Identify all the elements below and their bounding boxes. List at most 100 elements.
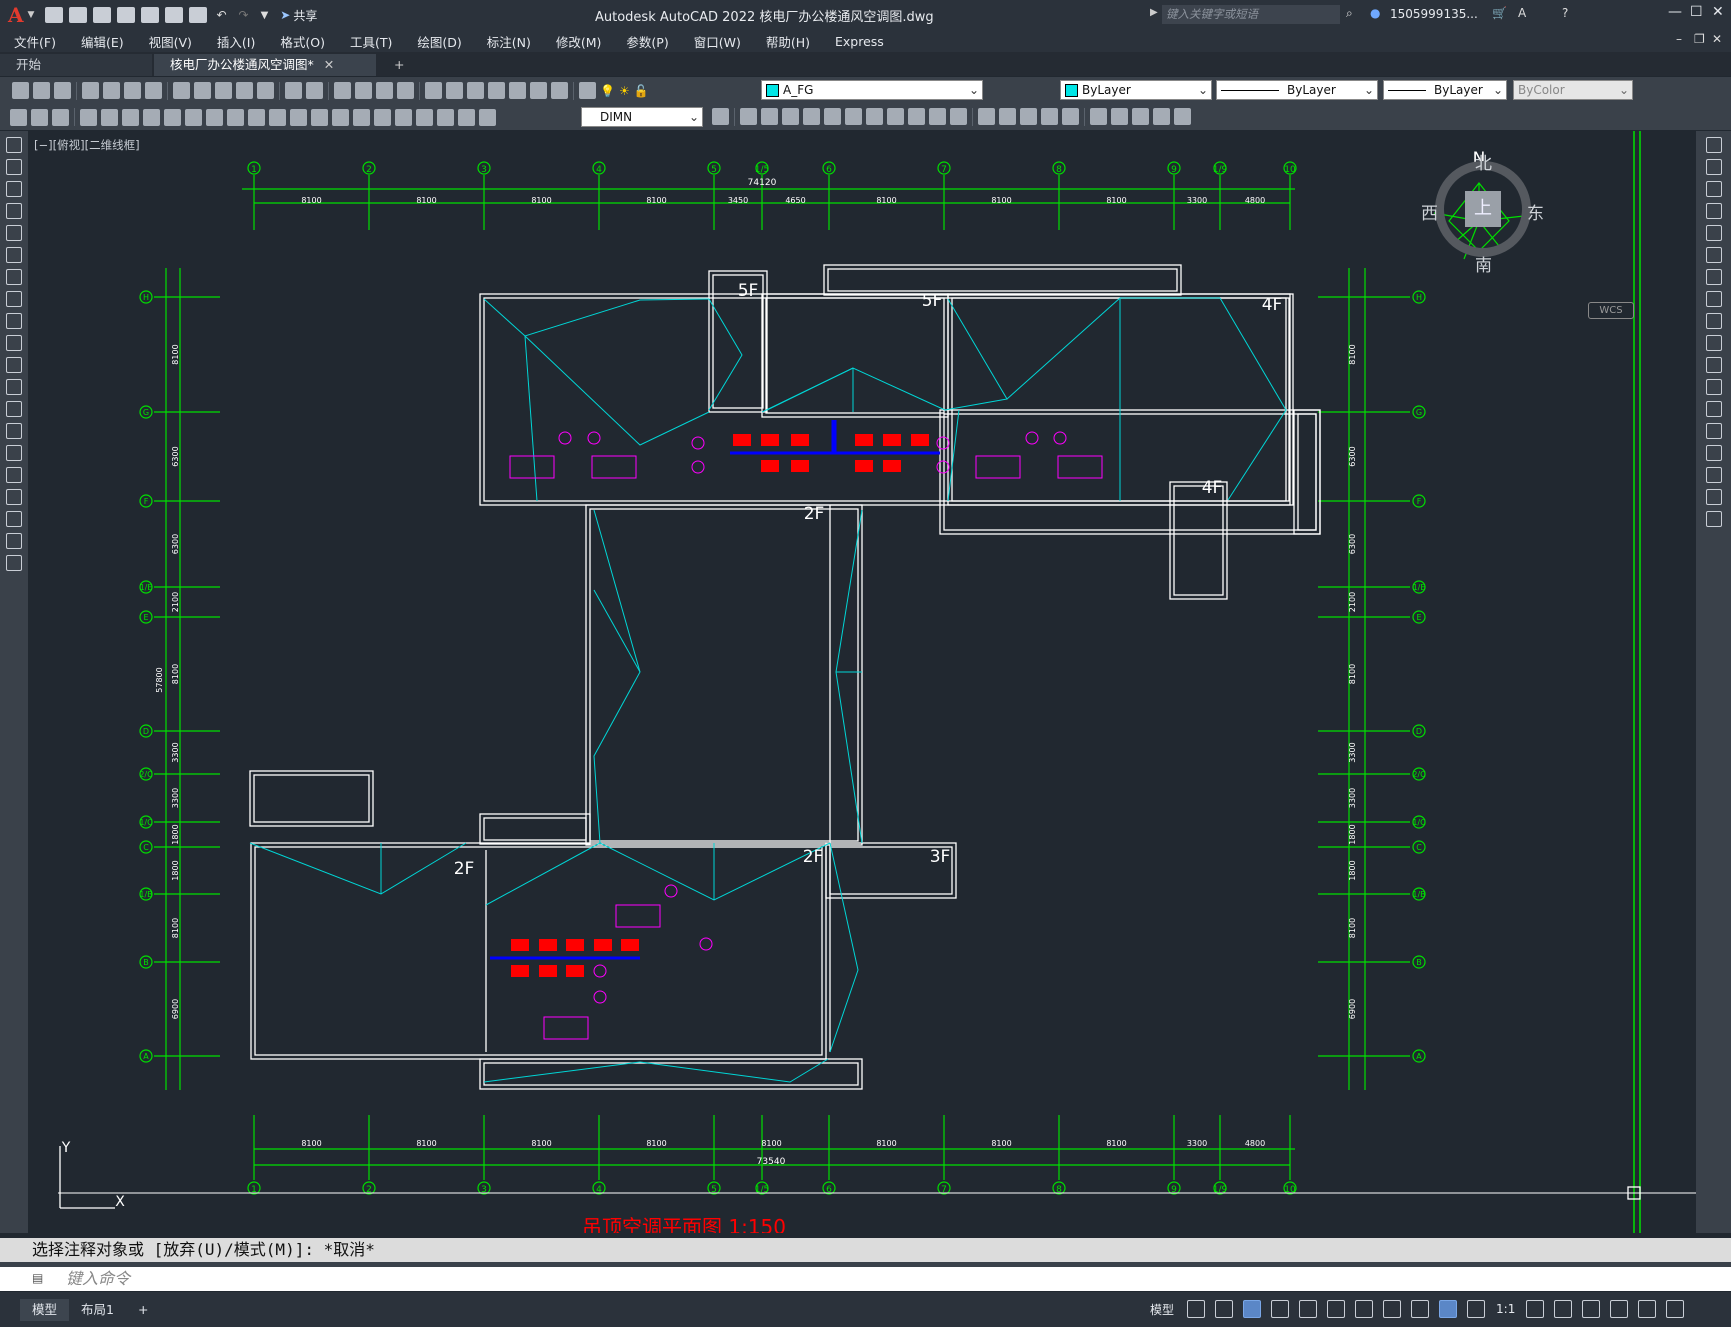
center-mark-icon[interactable] <box>374 108 391 126</box>
block-editor-icon[interactable] <box>257 82 274 99</box>
menu-window[interactable]: 窗口(W) <box>680 32 752 51</box>
blend-icon[interactable] <box>1705 489 1722 505</box>
layer-properties-icon[interactable] <box>579 82 596 99</box>
break-icon[interactable] <box>1705 401 1722 417</box>
lineweight-dropdown[interactable]: ByLayer ⌄ <box>1383 80 1507 100</box>
zoom-realtime-icon[interactable] <box>355 82 372 99</box>
rotate-icon[interactable] <box>1705 269 1722 285</box>
object-snap-icon[interactable] <box>1355 1300 1374 1318</box>
doc-minimize-icon[interactable]: – <box>1676 32 1682 46</box>
break-at-point-icon[interactable] <box>1705 379 1722 395</box>
paste-icon[interactable] <box>215 82 232 99</box>
zoom-window-icon[interactable] <box>376 82 393 99</box>
linear-dim-icon[interactable] <box>80 108 97 126</box>
menu-insert[interactable]: 插入(I) <box>203 32 266 51</box>
qat-customize-icon[interactable]: ▼ <box>261 10 269 21</box>
viewcube[interactable]: 上 北 南 东 西 <box>1421 149 1544 276</box>
draw-order-icon[interactable] <box>10 108 27 126</box>
match-properties-icon[interactable] <box>236 82 253 99</box>
snap-icon[interactable] <box>1215 1300 1234 1318</box>
maximize-icon[interactable]: ☐ <box>1690 4 1703 20</box>
workspace-gear-icon[interactable] <box>1526 1300 1545 1318</box>
table-icon[interactable] <box>6 511 22 527</box>
tool-palettes-icon[interactable] <box>467 82 484 99</box>
calculator-icon[interactable] <box>530 82 547 99</box>
make-block-icon[interactable] <box>1111 108 1128 125</box>
cart-icon[interactable]: 🛒 <box>1492 6 1507 20</box>
quick-properties-icon[interactable] <box>1610 1300 1629 1318</box>
add-layout-icon[interactable]: + <box>126 1299 160 1321</box>
ortho-icon[interactable] <box>1243 1300 1262 1318</box>
trim-icon[interactable] <box>929 108 946 125</box>
viewcube-top-face[interactable]: 上 <box>1465 191 1501 227</box>
construction-line-icon[interactable] <box>6 159 22 175</box>
polyline-icon[interactable] <box>6 181 22 197</box>
dim-text-edit-icon[interactable] <box>458 108 475 126</box>
continue-dim-icon[interactable] <box>290 108 307 126</box>
radius-dim-icon[interactable] <box>164 108 181 126</box>
menu-tools[interactable]: 工具(T) <box>336 32 403 51</box>
menu-view[interactable]: 视图(V) <box>135 32 203 51</box>
array-icon[interactable] <box>1705 225 1722 241</box>
rotate-icon[interactable] <box>866 108 883 125</box>
ellipse-arc-icon[interactable] <box>6 357 22 373</box>
isodraft-icon[interactable] <box>1299 1300 1318 1318</box>
extend-icon[interactable] <box>950 108 967 125</box>
publish-icon[interactable] <box>124 82 141 99</box>
copy-icon[interactable] <box>1705 159 1722 175</box>
clean-screen-icon[interactable] <box>1638 1300 1657 1318</box>
menu-format[interactable]: 格式(O) <box>266 32 336 51</box>
tab-model[interactable]: 模型 <box>20 1298 70 1321</box>
minimize-icon[interactable]: — <box>1668 4 1682 20</box>
fillet-icon[interactable] <box>1705 467 1722 483</box>
trim-icon[interactable] <box>1705 335 1722 351</box>
layer-lock-icon[interactable]: 🔓 <box>634 84 649 98</box>
dimstyle-dropdown[interactable]: DIMN ⌄ <box>581 107 703 127</box>
polar-icon[interactable] <box>1271 1300 1290 1318</box>
save-web-icon[interactable] <box>165 7 184 23</box>
share-icon[interactable]: ➤ <box>280 8 290 22</box>
extend-icon[interactable] <box>1705 357 1722 373</box>
close-icon[interactable]: ✕ <box>1712 4 1724 20</box>
undo-icon[interactable] <box>285 82 302 99</box>
quick-dim-icon[interactable] <box>248 108 265 126</box>
add-selected-icon[interactable] <box>6 555 22 571</box>
layer-on-icon[interactable]: 💡 <box>600 84 615 98</box>
tab-start[interactable]: 开始 <box>0 54 152 76</box>
array-icon[interactable] <box>824 108 841 125</box>
ungroup-icon[interactable] <box>52 108 69 126</box>
share-button[interactable]: 共享 <box>293 7 317 24</box>
jogged-linear-icon[interactable] <box>416 108 433 126</box>
region-icon[interactable] <box>6 489 22 505</box>
arc-icon[interactable] <box>6 247 22 263</box>
menu-dimension[interactable]: 标注(N) <box>473 32 542 51</box>
save-icon[interactable] <box>93 7 112 23</box>
explode-icon[interactable] <box>1062 108 1079 125</box>
spline-icon[interactable] <box>6 313 22 329</box>
tab-drawing[interactable]: 核电厂办公楼通风空调图* ✕ <box>154 54 376 76</box>
dim-break-icon[interactable] <box>332 108 349 126</box>
markup-icon[interactable] <box>509 82 526 99</box>
layer-dropdown[interactable]: A_FG ⌄ <box>761 80 983 100</box>
arc-length-icon[interactable] <box>122 108 139 126</box>
menu-parametric[interactable]: 参数(P) <box>612 32 679 51</box>
layer-freeze-icon[interactable]: ☀ <box>619 84 630 98</box>
grid-icon[interactable] <box>1187 1300 1206 1318</box>
new-file-icon[interactable] <box>45 7 64 23</box>
join-icon[interactable] <box>1705 423 1722 439</box>
menu-modify[interactable]: 修改(M) <box>542 32 613 51</box>
command-prompt-icon[interactable]: ▤ <box>32 1271 43 1285</box>
chamfer-icon[interactable] <box>1705 445 1722 461</box>
help-icon[interactable]: ? <box>1562 6 1568 20</box>
wcs-menu[interactable]: WCS <box>1588 302 1634 319</box>
command-input[interactable]: 键入命令 <box>0 1267 1731 1291</box>
copy-object-icon[interactable] <box>761 108 778 125</box>
pan-icon[interactable] <box>334 82 351 99</box>
open-file-icon[interactable] <box>69 7 88 23</box>
viewcube-south[interactable]: 南 <box>1475 251 1492 276</box>
app-menu-chevron-icon[interactable]: ▼ <box>28 10 35 20</box>
viewcube-west[interactable]: 西 <box>1421 199 1438 224</box>
save-icon[interactable] <box>54 82 71 99</box>
mirror-icon[interactable] <box>1705 181 1722 197</box>
menu-draw[interactable]: 绘图(D) <box>403 32 472 51</box>
